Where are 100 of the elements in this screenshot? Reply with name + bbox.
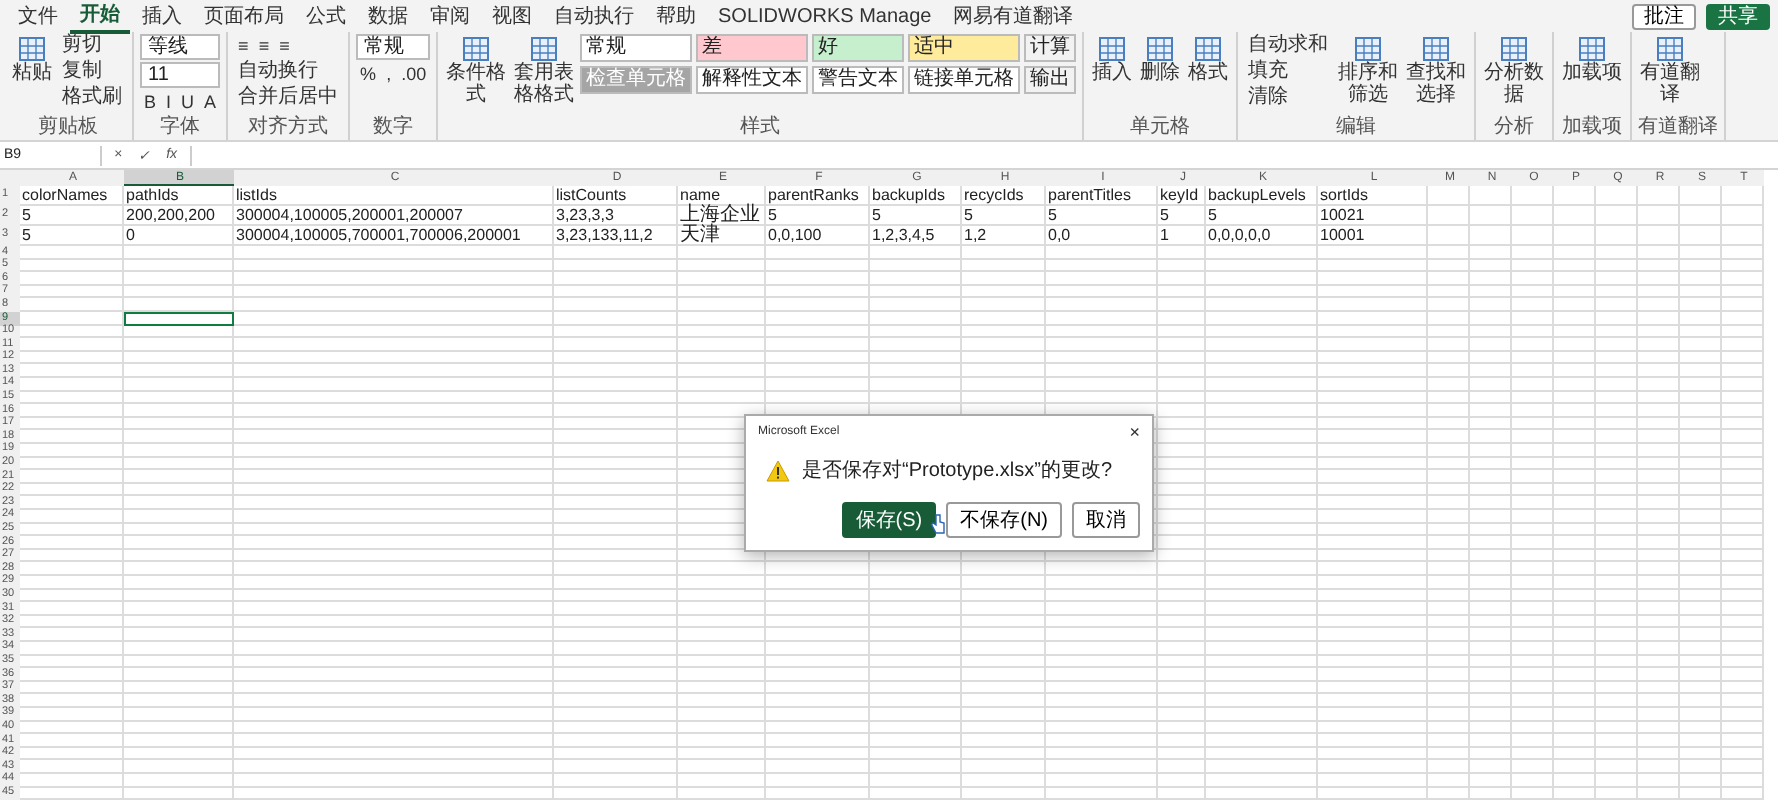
- format-button[interactable]: .00: [397, 62, 431, 86]
- ribbon-button[interactable]: 自动求和: [1244, 34, 1333, 58]
- ribbon-tab[interactable]: 文件: [8, 0, 68, 32]
- table-cell-text: 0,0,100: [766, 226, 824, 246]
- table-cell-text: 0: [124, 226, 137, 246]
- format-button[interactable]: %: [356, 62, 381, 86]
- warning-icon: [766, 459, 790, 481]
- ribbon-button[interactable]: 加载项: [1560, 34, 1625, 86]
- format-button[interactable]: I: [162, 90, 176, 114]
- table-cell-text: listCounts: [554, 186, 629, 206]
- format-button[interactable]: ,: [382, 62, 396, 86]
- table-cell-text: 5: [870, 206, 883, 226]
- table-cell-text: 5: [1046, 206, 1059, 226]
- ribbon-button[interactable]: 清除: [1244, 86, 1333, 110]
- table-cell-text: parentTitles: [1046, 186, 1133, 206]
- table-cell-text: 上海企业: [678, 206, 762, 226]
- cell-style[interactable]: 输出: [1024, 66, 1077, 94]
- format-button[interactable]: ≡: [254, 34, 274, 58]
- table-cell-text: 天津: [678, 226, 722, 246]
- ribbon-tab[interactable]: 网易有道翻译: [943, 0, 1084, 32]
- format-button[interactable]: ≡: [234, 34, 253, 58]
- table-cell-text: 5: [20, 226, 33, 246]
- table-cell-text: colorNames: [20, 186, 110, 206]
- format-button[interactable]: U: [177, 90, 199, 114]
- ribbon-tab[interactable]: 插入: [132, 0, 192, 32]
- ribbon-tab[interactable]: 公式: [296, 0, 356, 32]
- ribbon-button[interactable]: 复制: [58, 60, 126, 84]
- cell-style[interactable]: 适中: [908, 34, 1021, 62]
- ribbon-button[interactable]: 套用表格格式: [512, 34, 577, 108]
- format-button[interactable]: ≡: [275, 34, 294, 58]
- ribbon-tab[interactable]: 页面布局: [194, 0, 294, 32]
- group-label: 单元格: [1128, 116, 1193, 140]
- cell-style[interactable]: 警告文本: [812, 66, 905, 94]
- ribbon-tab[interactable]: 数据: [358, 0, 418, 32]
- format-button[interactable]: A: [200, 90, 221, 114]
- table-cell-text: listIds: [234, 186, 279, 206]
- cell-style[interactable]: 解释性文本: [696, 66, 809, 94]
- ribbon-button[interactable]: 自动换行: [234, 60, 343, 84]
- table-cell-text: 5: [20, 206, 33, 226]
- group-label: 字体: [158, 116, 203, 140]
- ribbon-tab[interactable]: 审阅: [420, 0, 480, 32]
- ribbon-button[interactable]: 分析数据: [1482, 34, 1547, 108]
- table-cell-text: 3,23,133,11,2: [554, 226, 655, 246]
- table-cell-text: backupIds: [870, 186, 947, 206]
- dialog-button[interactable]: 保存(S): [841, 502, 937, 538]
- group-label: 分析: [1492, 116, 1537, 140]
- ribbon-button[interactable]: 有道翻译: [1638, 34, 1703, 108]
- ribbon-tab[interactable]: 视图: [482, 0, 542, 32]
- table-cell-text: 5: [1158, 206, 1171, 226]
- hand-cursor-icon: [930, 514, 946, 534]
- cell-style[interactable]: 常规: [580, 34, 693, 62]
- dialog-button[interactable]: 取消: [1072, 502, 1140, 538]
- dialog-message: 是否保存对“Prototype.xlsx”的更改?: [802, 457, 1113, 484]
- ribbon-button[interactable]: 格式: [1186, 34, 1231, 86]
- dropdown-field[interactable]: 11: [140, 62, 221, 88]
- ribbon-tab[interactable]: 自动执行: [544, 0, 644, 32]
- table-cell-text: pathIds: [124, 186, 181, 206]
- ribbon-button[interactable]: 排序和筛选: [1336, 34, 1401, 108]
- ribbon-button[interactable]: 剪切: [58, 34, 126, 58]
- ribbon-tab[interactable]: 帮助: [646, 0, 706, 32]
- cell-style[interactable]: 链接单元格: [908, 66, 1021, 94]
- ribbon-button[interactable]: 填充: [1244, 60, 1333, 84]
- share-button[interactable]: 共享: [1706, 3, 1770, 29]
- table-cell-text: 300004,100005,700001,700006,200001: [234, 226, 523, 246]
- table-cell-text: recycIds: [962, 186, 1026, 206]
- cell-style[interactable]: 好: [812, 34, 905, 62]
- group-label: 编辑: [1334, 116, 1379, 140]
- table-cell-text: 0,0,0,0,0: [1206, 226, 1273, 246]
- close-button[interactable]: ×: [1129, 422, 1140, 442]
- group-label: 剪贴板: [36, 116, 100, 140]
- group-label: 数字: [371, 116, 416, 140]
- dropdown-field[interactable]: 常规: [356, 34, 431, 60]
- comment-button[interactable]: 批注: [1632, 3, 1696, 29]
- ribbon-button[interactable]: 粘贴: [10, 34, 54, 86]
- ribbon-button[interactable]: 格式刷: [58, 86, 126, 110]
- table-cell-text: backupLevels: [1206, 186, 1308, 206]
- table-cell-text: 1: [1158, 226, 1171, 246]
- selected-cell[interactable]: [124, 311, 234, 326]
- table-cell-text: 1,2: [962, 226, 989, 246]
- table-cell-text: sortIds: [1318, 186, 1371, 206]
- table-cell-text: 5: [766, 206, 779, 226]
- dropdown-field[interactable]: 等线: [140, 34, 221, 60]
- dialog-button[interactable]: 不保存(N): [946, 502, 1062, 538]
- group-label: 对齐方式: [246, 116, 331, 140]
- ribbon-button[interactable]: 删除: [1138, 34, 1183, 86]
- ribbon-tab[interactable]: SOLIDWORKS Manage: [708, 3, 942, 29]
- ribbon-button[interactable]: 插入: [1090, 34, 1135, 86]
- table-cell-text: 5: [962, 206, 975, 226]
- format-button[interactable]: B: [140, 90, 161, 114]
- table-cell-text: 200,200,200: [124, 206, 217, 226]
- cell-style[interactable]: 计算: [1024, 34, 1077, 62]
- cell-style[interactable]: 差: [696, 34, 809, 62]
- table-cell-text: parentRanks: [766, 186, 861, 206]
- table-cell-text: 10001: [1318, 226, 1367, 246]
- ribbon-button[interactable]: 条件格式: [444, 34, 509, 108]
- ribbon-button[interactable]: 合并后居中: [234, 86, 343, 110]
- table-cell-text: 10021: [1318, 206, 1367, 226]
- ribbon-button[interactable]: 查找和选择: [1404, 34, 1469, 108]
- table-cell-text: 1,2,3,4,5: [870, 226, 937, 246]
- group-label: 加载项: [1560, 116, 1625, 140]
